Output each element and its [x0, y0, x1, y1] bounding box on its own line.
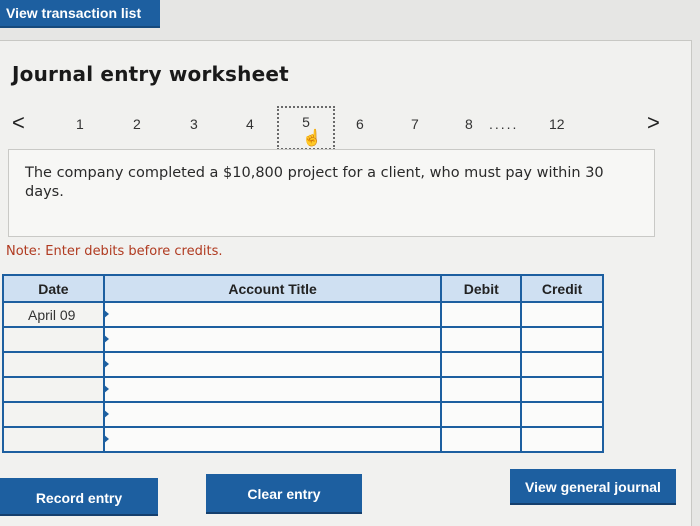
page-8[interactable]: 8	[465, 116, 473, 132]
account-title-select[interactable]	[102, 326, 443, 353]
credit-input[interactable]	[520, 351, 604, 378]
date-header: Date	[2, 274, 105, 303]
credit-header: Credit	[520, 274, 604, 303]
pagination: < 1 2 3 4 5 ☝ 6 7 8 ..... 12 >	[0, 106, 700, 152]
table-row	[2, 426, 604, 453]
account-title-select[interactable]	[102, 376, 443, 403]
credit-input[interactable]	[520, 326, 604, 353]
page-5-active[interactable]: 5 ☝	[277, 106, 335, 150]
account-title-select[interactable]	[102, 401, 443, 428]
debit-input[interactable]	[440, 351, 523, 378]
view-general-journal-button[interactable]: View general journal	[510, 469, 676, 505]
page-4[interactable]: 4	[246, 116, 254, 132]
debit-input[interactable]	[440, 401, 523, 428]
transaction-description: The company completed a $10,800 project …	[8, 149, 655, 237]
credit-input[interactable]	[520, 426, 604, 453]
credit-input[interactable]	[520, 376, 604, 403]
page-3[interactable]: 3	[190, 116, 198, 132]
date-cell	[2, 376, 105, 403]
next-page-icon[interactable]: >	[647, 110, 660, 136]
page-6[interactable]: 6	[356, 116, 364, 132]
table-row	[2, 376, 604, 403]
table-row: April 09	[2, 301, 604, 328]
date-cell	[2, 401, 105, 428]
account-title-select[interactable]	[102, 351, 443, 378]
debit-input[interactable]	[440, 301, 523, 328]
debit-credit-note: Note: Enter debits before credits.	[6, 244, 223, 259]
page-2[interactable]: 2	[133, 116, 141, 132]
table-header-row: Date Account Title Debit Credit	[2, 274, 604, 303]
journal-entry-table: Date Account Title Debit Credit April 09	[2, 274, 604, 453]
dropdown-marker-icon	[102, 309, 109, 319]
dropdown-marker-icon	[102, 359, 109, 369]
credit-input[interactable]	[520, 401, 604, 428]
table-row	[2, 351, 604, 378]
account-title-header: Account Title	[102, 274, 443, 303]
dropdown-marker-icon	[102, 384, 109, 394]
account-title-select[interactable]	[102, 301, 443, 328]
page-title: Journal entry worksheet	[12, 62, 289, 86]
date-cell	[2, 351, 105, 378]
dropdown-marker-icon	[102, 434, 109, 444]
view-transaction-list-button[interactable]: View transaction list	[0, 0, 160, 28]
debit-input[interactable]	[440, 376, 523, 403]
account-title-select[interactable]	[102, 426, 443, 453]
page-1[interactable]: 1	[76, 116, 84, 132]
page-12[interactable]: 12	[549, 116, 565, 132]
debit-header: Debit	[440, 274, 523, 303]
prev-page-icon[interactable]: <	[12, 110, 25, 136]
date-cell	[2, 426, 105, 453]
hand-cursor-icon: ☝	[302, 130, 322, 147]
clear-entry-button[interactable]: Clear entry	[206, 474, 362, 514]
dropdown-marker-icon	[102, 409, 109, 419]
record-entry-button[interactable]: Record entry	[0, 478, 158, 516]
debit-input[interactable]	[440, 326, 523, 353]
table-row	[2, 401, 604, 428]
page-7[interactable]: 7	[411, 116, 419, 132]
credit-input[interactable]	[520, 301, 604, 328]
date-cell	[2, 326, 105, 353]
debit-input[interactable]	[440, 426, 523, 453]
table-row	[2, 326, 604, 353]
page-ellipsis: .....	[489, 116, 519, 132]
date-cell: April 09	[2, 301, 105, 328]
dropdown-marker-icon	[102, 334, 109, 344]
